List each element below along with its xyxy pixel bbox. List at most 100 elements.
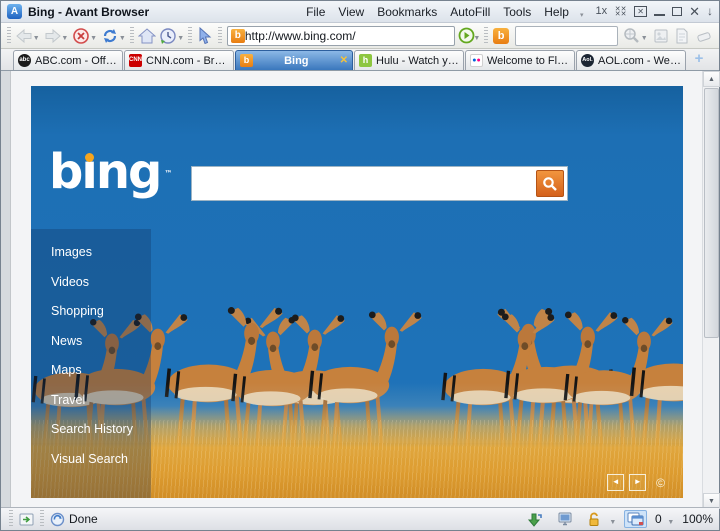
- toolbar-grip[interactable]: [129, 26, 134, 45]
- close-all-tabs-icon[interactable]: ✕✕✕✕: [614, 6, 627, 18]
- tab-label: ABC.com - Officia...: [35, 54, 118, 67]
- menu-autofill[interactable]: AutoFill: [450, 5, 490, 19]
- back-button[interactable]: [13, 25, 35, 47]
- open-window-icon: [19, 513, 34, 525]
- tab-aol[interactable]: Aol. AOL.com - Welco...: [576, 50, 686, 70]
- close-tab-box-icon[interactable]: ✕: [634, 6, 648, 17]
- toolbar-grip[interactable]: [188, 26, 193, 45]
- menu-bar: File View Bookmarks AutoFill Tools Help …: [306, 5, 585, 19]
- bing-nav-search-history[interactable]: Search History: [31, 415, 151, 445]
- browser-viewport: bıng ™ Images Videos Shopping News Maps …: [1, 71, 720, 509]
- tab-cnn[interactable]: CNN CNN.com - Breaki...: [124, 50, 234, 70]
- security-dropdown-icon[interactable]: ▼: [609, 519, 616, 526]
- menu-view[interactable]: View: [338, 5, 364, 19]
- page-zoom-level[interactable]: 100%: [682, 512, 713, 526]
- browser-window: A Bing - Avant Browser File View Bookmar…: [0, 0, 720, 531]
- maximize-button[interactable]: [672, 7, 683, 16]
- history-button[interactable]: [157, 25, 179, 47]
- address-input[interactable]: [244, 28, 451, 43]
- save-page-button[interactable]: [650, 25, 672, 47]
- tab-close-icon[interactable]: ✕: [340, 55, 348, 66]
- bing-nav-images[interactable]: Images: [31, 238, 151, 268]
- cursor-arrow-icon: [199, 27, 212, 44]
- bing-nav-maps[interactable]: Maps: [31, 356, 151, 386]
- stop-button[interactable]: [70, 25, 92, 47]
- bing-nav-news[interactable]: News: [31, 327, 151, 357]
- tab-label: CNN.com - Breaki...: [146, 54, 229, 67]
- avant-app-icon: A: [7, 4, 22, 19]
- forward-icon: [45, 28, 61, 43]
- minimize-button[interactable]: [654, 8, 666, 16]
- photo-copyright[interactable]: ©: [656, 476, 665, 490]
- photo-next-button[interactable]: ►: [629, 474, 647, 491]
- menu-help[interactable]: Help: [544, 5, 569, 19]
- page-info-button[interactable]: [671, 25, 693, 47]
- popup-blocker-button[interactable]: [624, 510, 648, 528]
- home-button[interactable]: [136, 25, 158, 47]
- bing-left-nav: Images Videos Shopping News Maps Travel …: [31, 229, 151, 498]
- zoom-1x-button[interactable]: 1x: [595, 6, 607, 17]
- toolbar-grip[interactable]: [484, 26, 489, 45]
- collapse-button[interactable]: ↓: [707, 5, 713, 17]
- cnn-favicon: CNN: [129, 54, 142, 67]
- menu-bookmarks[interactable]: Bookmarks: [377, 5, 437, 19]
- scroll-up-button[interactable]: ▲: [703, 71, 720, 87]
- search-globe-icon: [624, 28, 640, 43]
- search-dropdown-icon[interactable]: ▼: [641, 35, 648, 42]
- back-dropdown-icon[interactable]: ▼: [33, 35, 40, 42]
- scrollbar-thumb[interactable]: [704, 88, 719, 338]
- bing-nav-travel[interactable]: Travel: [31, 386, 151, 416]
- toolbar-grip[interactable]: [217, 26, 222, 45]
- bing-search-input[interactable]: [192, 167, 532, 200]
- close-button[interactable]: ✕: [689, 5, 700, 18]
- side-panel-splitter[interactable]: [1, 71, 11, 509]
- go-dropdown-icon[interactable]: ▼: [473, 35, 480, 42]
- popup-blocker-icon: [627, 512, 644, 526]
- vertical-scrollbar[interactable]: ▲ ▼: [702, 71, 720, 509]
- forward-dropdown-icon[interactable]: ▼: [61, 35, 68, 42]
- open-in-new-button[interactable]: [19, 513, 34, 526]
- history-clock-icon: [160, 27, 177, 44]
- zoom-dropdown-icon[interactable]: ▼: [667, 519, 674, 526]
- clean-button[interactable]: [693, 25, 715, 47]
- bing-nav-visual-search[interactable]: Visual Search: [31, 445, 151, 475]
- bing-logo-dot: [85, 153, 94, 162]
- refresh-button[interactable]: [99, 25, 121, 47]
- tab-label: AOL.com - Welco...: [598, 54, 681, 67]
- bing-search-button[interactable]: [536, 170, 564, 197]
- menu-overflow-chevron-icon[interactable]: ▾: [580, 11, 584, 19]
- forward-button[interactable]: [42, 25, 64, 47]
- bing-nav-shopping[interactable]: Shopping: [31, 297, 151, 327]
- tab-bar: abc ABC.com - Officia... CNN CNN.com - B…: [1, 49, 719, 71]
- tab-bing-active[interactable]: b Bing ✕: [235, 50, 353, 70]
- refresh-dropdown-icon[interactable]: ▼: [119, 35, 126, 42]
- history-dropdown-icon[interactable]: ▼: [177, 35, 184, 42]
- stop-icon: [73, 27, 90, 44]
- security-lock-button[interactable]: [587, 512, 601, 527]
- tab-abc[interactable]: abc ABC.com - Officia...: [13, 50, 123, 70]
- bing-logo-text: bıng: [49, 144, 162, 200]
- save-image-icon: [654, 29, 668, 42]
- quick-search-input[interactable]: [516, 26, 617, 45]
- web-search-button[interactable]: [621, 25, 643, 47]
- download-manager-button[interactable]: [527, 512, 543, 527]
- mouse-gesture-button[interactable]: [194, 25, 216, 47]
- toolbar-grip[interactable]: [7, 26, 11, 45]
- unlocked-padlock-icon: [589, 512, 599, 526]
- title-bar: A Bing - Avant Browser File View Bookmar…: [1, 1, 719, 23]
- statusbar-right: ▼ 0 ▼ 100%: [523, 510, 713, 528]
- menu-tools[interactable]: Tools: [503, 5, 531, 19]
- quick-search-box: [515, 25, 618, 46]
- tab-flickr[interactable]: ●● Welcome to Flickr...: [465, 50, 575, 70]
- popup-count: 0: [655, 512, 662, 526]
- stop-dropdown-icon[interactable]: ▼: [90, 35, 97, 42]
- menu-file[interactable]: File: [306, 5, 325, 19]
- tab-hulu[interactable]: h Hulu - Watch you...: [354, 50, 464, 70]
- bing-favicon: b: [240, 54, 253, 67]
- bing-search-engine-icon[interactable]: b: [493, 27, 510, 44]
- new-tab-button[interactable]: +: [691, 51, 707, 68]
- bing-nav-videos[interactable]: Videos: [31, 268, 151, 298]
- document-icon: [676, 28, 688, 43]
- network-status-button[interactable]: [557, 512, 573, 526]
- photo-prev-button[interactable]: ◄: [607, 474, 625, 491]
